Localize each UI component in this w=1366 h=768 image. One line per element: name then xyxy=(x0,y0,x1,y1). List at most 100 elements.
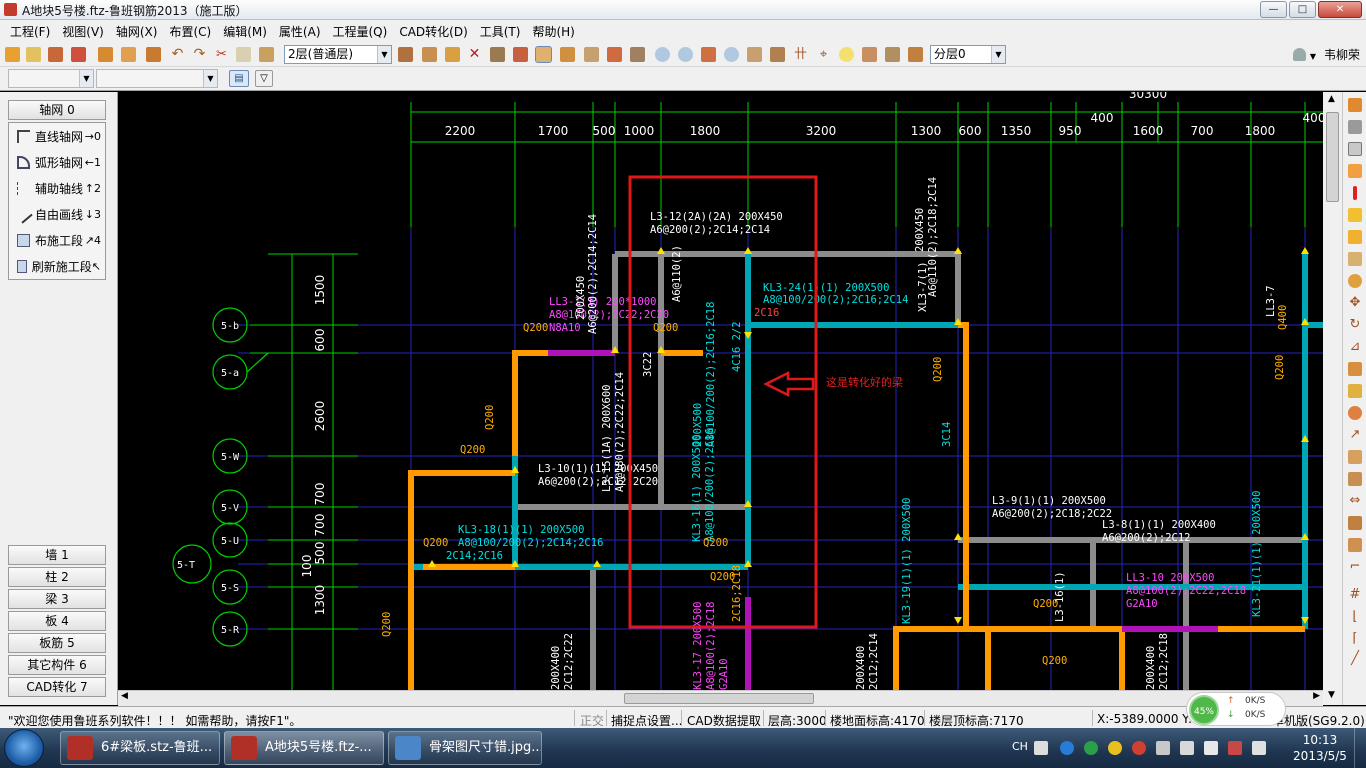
binoculars-icon[interactable] xyxy=(1348,120,1362,134)
hatch-icon[interactable] xyxy=(630,47,645,62)
export-icon[interactable] xyxy=(98,47,113,62)
line-icon[interactable]: ╱ xyxy=(1348,652,1362,666)
scroll-right-icon[interactable]: ▶ xyxy=(1313,691,1320,701)
floor-manage-icon[interactable] xyxy=(398,47,413,62)
ortho-toggle[interactable]: 正交 xyxy=(580,712,604,729)
axis-group-header[interactable]: 轴网 0 xyxy=(8,100,106,120)
floor-select[interactable]: 2层(普通层) ▼ xyxy=(284,45,392,64)
zoom-in-icon[interactable] xyxy=(655,47,670,62)
category-column[interactable]: 柱 2 xyxy=(8,567,106,587)
cad-extract-button[interactable]: CAD数据提取 xyxy=(687,712,761,729)
cut-icon[interactable]: ✂ xyxy=(214,47,229,62)
delete-icon[interactable]: ✕ xyxy=(467,47,482,62)
drawing-canvas[interactable]: 5-b 5-a 5-W 5-V 5-U 5-T 5-S 5-R 30300 22… xyxy=(118,92,1323,690)
redo-icon[interactable]: ↷ xyxy=(192,47,207,62)
taskbar-item-active[interactable]: A地块5号楼.ftz-... xyxy=(224,731,384,765)
scroll-thumb[interactable] xyxy=(624,693,814,704)
network-icon[interactable] xyxy=(1228,741,1242,755)
undo-icon[interactable]: ↶ xyxy=(170,47,185,62)
fillet-icon[interactable]: ⌊ xyxy=(1348,610,1362,624)
brush-icon[interactable] xyxy=(445,47,460,62)
open-folder-icon[interactable] xyxy=(26,47,41,62)
paste-icon[interactable] xyxy=(259,47,274,62)
zoom-window-icon[interactable] xyxy=(724,47,739,62)
cross-icon[interactable]: 卄 xyxy=(793,47,808,62)
device-icon[interactable] xyxy=(1204,741,1218,755)
offset-icon[interactable] xyxy=(1348,450,1362,464)
table-icon[interactable] xyxy=(1348,164,1362,178)
stretch-icon[interactable] xyxy=(1348,362,1362,376)
volume-icon[interactable] xyxy=(1252,741,1266,755)
grid-snap-icon[interactable]: # xyxy=(1348,588,1362,602)
component-name-select[interactable]: ▼ xyxy=(96,69,218,88)
select-mode-icon[interactable] xyxy=(535,46,552,63)
show-desktop-button[interactable] xyxy=(1354,728,1366,768)
corner-icon[interactable]: ⌈ xyxy=(1348,632,1362,646)
component-type-select[interactable]: ▼ xyxy=(8,69,94,88)
zoom-extents-icon[interactable] xyxy=(747,47,762,62)
menu-quantity[interactable]: 工程量(Q) xyxy=(327,23,394,40)
home-icon[interactable] xyxy=(1348,98,1362,112)
maximize-button[interactable]: □ xyxy=(1289,1,1316,18)
chamfer-icon[interactable]: ⌐ xyxy=(1348,560,1362,574)
pin-icon[interactable] xyxy=(1348,274,1362,288)
scroll-left-icon[interactable]: ◀ xyxy=(121,691,128,701)
clock[interactable]: 10:13 2013/5/5 xyxy=(1290,732,1350,764)
mirror-icon[interactable]: ⊿ xyxy=(1348,340,1362,354)
menu-properties[interactable]: 属性(A) xyxy=(273,23,327,40)
move-icon[interactable]: ✥ xyxy=(1348,296,1362,310)
extend-icon[interactable]: ↗ xyxy=(1348,428,1362,442)
report-icon[interactable] xyxy=(885,47,900,62)
trim-icon[interactable] xyxy=(1348,384,1362,398)
copy-icon[interactable] xyxy=(236,47,251,62)
snap-settings-button[interactable]: 捕捉点设置... xyxy=(611,712,682,729)
taskbar-item[interactable]: 骨架图尺寸错.jpg... xyxy=(388,731,542,765)
attribute-icon[interactable]: ▤ xyxy=(229,70,249,87)
flag-icon[interactable] xyxy=(1180,741,1194,755)
network-monitor[interactable]: 45% ↑ 0K/S ↓ 0K/S xyxy=(1186,692,1286,726)
shield-icon[interactable] xyxy=(1084,741,1098,755)
straight-axis-tool[interactable]: 直线轴网 →0 xyxy=(9,123,105,149)
minimize-button[interactable]: — xyxy=(1260,1,1287,18)
properties-icon[interactable] xyxy=(146,47,161,62)
explode-icon[interactable] xyxy=(1348,538,1362,552)
scroll-down-icon[interactable]: ▼ xyxy=(1328,690,1335,700)
menu-axis[interactable]: 轴网(X) xyxy=(110,23,164,40)
array-icon[interactable] xyxy=(1348,516,1362,530)
menu-project[interactable]: 工程(F) xyxy=(4,23,56,40)
grid-icon[interactable] xyxy=(490,47,505,62)
folder-edit-icon[interactable] xyxy=(121,47,136,62)
horizontal-scrollbar[interactable]: ◀ ▶ xyxy=(118,690,1323,706)
snap-icon[interactable]: ⌖ xyxy=(816,47,831,62)
category-beam[interactable]: 梁 3 xyxy=(8,589,106,609)
copy-object-icon[interactable] xyxy=(770,47,785,62)
plus-icon[interactable] xyxy=(1108,741,1122,755)
menu-help[interactable]: 帮助(H) xyxy=(526,23,580,40)
close-button[interactable]: ✕ xyxy=(1318,1,1362,18)
scale-icon[interactable]: ⇔ xyxy=(1348,494,1362,508)
rotate-icon[interactable]: ↻ xyxy=(1348,318,1362,332)
arc-axis-tool[interactable]: 弧形轴网 ←1 xyxy=(9,149,105,175)
menu-tools[interactable]: 工具(T) xyxy=(474,23,527,40)
break-icon[interactable] xyxy=(1348,472,1362,486)
new-file-icon[interactable] xyxy=(5,47,20,62)
construction-segment-tool[interactable]: 布施工段 ↗4 xyxy=(9,227,105,253)
taskbar-item[interactable]: 6#梁板.stz-鲁班... xyxy=(60,731,220,765)
gear-icon[interactable] xyxy=(1348,406,1362,420)
refresh-segment-tool[interactable]: 刷新施工段 ↖ xyxy=(9,253,105,279)
save-as-icon[interactable] xyxy=(71,47,86,62)
lightbulb-icon[interactable] xyxy=(839,47,854,62)
category-slab[interactable]: 板 4 xyxy=(8,611,106,631)
eraser-icon[interactable] xyxy=(560,47,575,62)
category-other[interactable]: 其它构件 6 xyxy=(8,655,106,675)
layer-icon[interactable] xyxy=(1348,230,1362,244)
menu-layout[interactable]: 布置(C) xyxy=(163,23,217,40)
book-icon[interactable] xyxy=(908,47,923,62)
pan-icon[interactable] xyxy=(701,47,716,62)
cad-drawing[interactable]: 5-b 5-a 5-W 5-V 5-U 5-T 5-S 5-R 30300 22… xyxy=(118,92,1323,690)
security-icon[interactable] xyxy=(1060,741,1074,755)
save-icon[interactable] xyxy=(48,47,63,62)
vscroll-thumb[interactable] xyxy=(1326,112,1339,202)
category-slab-rebar[interactable]: 板筋 5 xyxy=(8,633,106,653)
lock-icon[interactable] xyxy=(1348,208,1362,222)
